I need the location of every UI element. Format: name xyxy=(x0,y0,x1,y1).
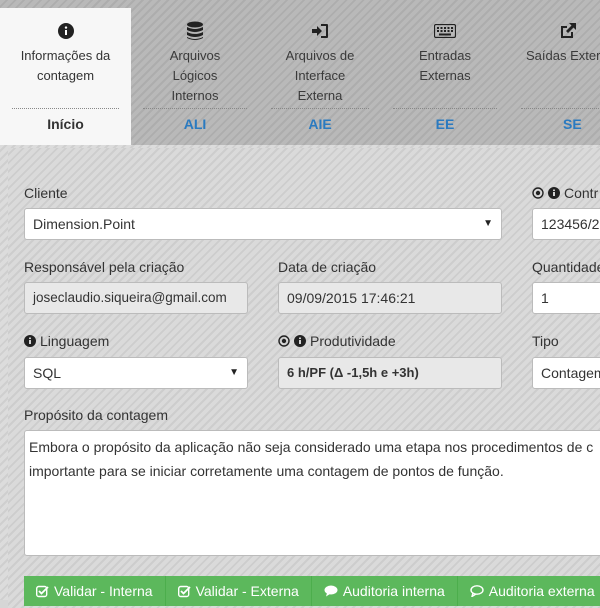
dot-circle-icon xyxy=(278,335,290,347)
tab-info[interactable]: Informações da contagem Início xyxy=(0,8,131,145)
contrato-label: Contr xyxy=(564,185,599,201)
produtividade-label-group: Produtividade xyxy=(278,333,396,349)
tab-separator xyxy=(393,108,497,109)
quantidade-label: Quantidade xyxy=(532,259,600,275)
check-square-icon xyxy=(36,585,49,598)
proposito-line: Embora o propósito da aplicação não seja… xyxy=(29,439,594,455)
quantidade-value: 1 xyxy=(541,290,549,306)
data-criacao-field: 09/09/2015 17:46:21 xyxy=(278,282,502,314)
comments-icon xyxy=(470,585,484,597)
external-link-icon xyxy=(509,18,600,44)
caret-down-icon: ▼ xyxy=(229,367,239,378)
linguagem-value: SQL xyxy=(33,365,62,381)
tab-abbr: SE xyxy=(563,116,582,132)
responsavel-label: Responsável pela criação xyxy=(24,259,185,275)
tipo-label: Tipo xyxy=(532,333,559,349)
cliente-value: Dimension.Point xyxy=(33,216,135,232)
tab-title: Saídas Extern xyxy=(526,48,600,63)
auditoria-interna-button[interactable]: Auditoria interna xyxy=(311,576,458,606)
tab-title: Arquivos Lógicos Internos xyxy=(169,48,221,103)
button-label: Validar - Externa xyxy=(195,583,299,599)
check-square-icon xyxy=(177,585,191,598)
tipo-value: Contagem xyxy=(541,365,600,381)
tab-abbr: ALI xyxy=(183,116,207,132)
info-icon xyxy=(548,187,560,199)
button-label: Auditoria externa xyxy=(488,583,595,599)
tab-abbr: Início xyxy=(47,116,84,132)
tab-se[interactable]: Saídas Extern SE xyxy=(509,8,600,145)
info-icon xyxy=(0,18,131,44)
proposito-line: importante para se iniciar corretamente … xyxy=(29,463,504,479)
tab-separator xyxy=(521,108,600,109)
data-criacao-value: 09/09/2015 17:46:21 xyxy=(287,290,416,306)
info-icon xyxy=(294,335,306,347)
tab-separator xyxy=(271,108,369,109)
linguagem-label: Linguagem xyxy=(40,333,110,349)
quantidade-input[interactable]: 1 xyxy=(532,282,600,314)
tipo-select[interactable]: Contagem xyxy=(532,357,600,389)
info-icon xyxy=(24,335,36,347)
keyboard-icon xyxy=(381,18,509,44)
action-button-bar: Validar - Interna Validar - Externa Audi… xyxy=(24,576,600,606)
tab-title: Entradas Externas xyxy=(418,48,472,83)
comments-icon xyxy=(324,585,338,597)
responsavel-value: joseclaudio.siqueira@gmail.com xyxy=(33,290,227,305)
dot-circle-icon xyxy=(532,187,544,199)
tab-abbr: EE xyxy=(435,116,455,132)
validar-interna-button[interactable]: Validar - Interna xyxy=(24,576,166,606)
proposito-label: Propósito da contagem xyxy=(24,407,168,423)
sign-in-icon xyxy=(259,18,381,44)
database-icon xyxy=(131,18,259,44)
proposito-textarea[interactable]: Embora o propósito da aplicação não seja… xyxy=(24,430,600,556)
tab-ee[interactable]: Entradas Externas EE xyxy=(381,8,509,145)
produtividade-value: 6 h/PF (Δ -1,5h e +3h) xyxy=(287,365,419,380)
tab-bar: Informações da contagem Início Arquivos … xyxy=(0,0,600,145)
tab-separator xyxy=(143,108,247,109)
tab-separator xyxy=(12,108,119,109)
auditoria-externa-button[interactable]: Auditoria externa xyxy=(457,576,600,606)
produtividade-field: 6 h/PF (Δ -1,5h e +3h) xyxy=(278,357,502,389)
tab-aie[interactable]: Arquivos de Interface Externa AIE xyxy=(259,8,381,145)
tab-abbr: AIE xyxy=(308,116,332,132)
linguagem-select[interactable]: SQL ▼ xyxy=(24,357,248,389)
linguagem-label-group: Linguagem xyxy=(24,333,109,349)
cliente-select[interactable]: Dimension.Point ▼ xyxy=(24,208,502,240)
tab-title: Arquivos de Interface Externa xyxy=(285,48,355,103)
validar-externa-button[interactable]: Validar - Externa xyxy=(165,576,312,606)
responsavel-field: joseclaudio.siqueira@gmail.com xyxy=(24,282,248,314)
caret-down-icon: ▼ xyxy=(483,218,493,229)
cliente-label: Cliente xyxy=(24,185,68,201)
data-criacao-label: Data de criação xyxy=(278,259,377,275)
contrato-value: 123456/2 xyxy=(541,216,600,232)
button-label: Validar - Interna xyxy=(54,583,153,599)
contrato-input[interactable]: 123456/2 xyxy=(532,208,600,240)
produtividade-label: Produtividade xyxy=(310,333,396,349)
tab-title: Informações da contagem xyxy=(20,48,111,83)
tab-ali[interactable]: Arquivos Lógicos Internos ALI xyxy=(131,8,259,145)
button-label: Auditoria interna xyxy=(342,583,445,599)
contrato-label-group: Contr xyxy=(532,185,598,201)
